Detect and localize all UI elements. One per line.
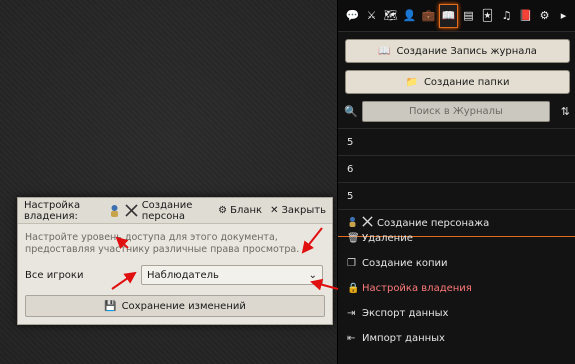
export-icon: ⇥ xyxy=(347,308,356,319)
document-name: Создание персона xyxy=(141,199,193,222)
menu-item-label: Настройка владения xyxy=(362,283,472,294)
book-icon: 📖 xyxy=(378,45,391,57)
music-icon[interactable]: ♫ xyxy=(498,5,515,27)
close-label: Закрыть xyxy=(281,205,326,216)
chevron-down-icon: ⌄ xyxy=(308,269,317,281)
dialog-title: Настройка владения: xyxy=(24,199,81,222)
cards-icon[interactable]: 🃏 xyxy=(479,5,496,27)
map-icon[interactable]: 🗺 xyxy=(382,5,399,27)
search-icon: 🔍 xyxy=(344,105,358,118)
permission-value: Наблюдатель xyxy=(147,269,219,281)
folder-icon: 📁 xyxy=(405,76,418,88)
context-menu: 🗑 Удаление ❐ Создание копии 🔒 Настройка владе… xyxy=(338,226,575,351)
table-icon[interactable]: ▤ xyxy=(460,5,477,27)
save-label: Сохранение изменений xyxy=(121,300,246,312)
player-avatar-icon xyxy=(108,204,121,217)
ownership-dialog: Настройка владения: Создание персона ⚙ Б… xyxy=(17,197,333,325)
actor-icon[interactable]: 👤 xyxy=(401,5,418,27)
crossed-swords-icon xyxy=(125,204,138,217)
menu-item-trash[interactable]: 🗑 Удаление xyxy=(338,226,575,251)
journal-entry[interactable]: 6 xyxy=(338,155,575,182)
sidebar: 💬 ⚔ 🗺 👤 💼 📖 ▤ 🃏 ♫ 📕 ⚙ ▸ 📖 Создание Запись журнала 📁… xyxy=(337,0,575,364)
import-icon: ⇤ xyxy=(347,333,356,344)
menu-item-label: Экспорт данных xyxy=(362,308,449,319)
journal-icon[interactable]: 📖 xyxy=(439,3,458,28)
lock-icon: 🔒 xyxy=(347,283,360,294)
gear-icon: ⚙ xyxy=(218,205,228,216)
menu-item-label: Создание копии xyxy=(362,258,448,269)
create-entry-label: Создание Запись журнала xyxy=(396,45,537,57)
menu-item-copy[interactable]: ❐ Создание копии xyxy=(338,251,575,276)
save-icon: 💾 xyxy=(104,300,117,312)
save-changes-button[interactable]: 💾 Сохранение изменений xyxy=(25,295,325,317)
dialog-header[interactable]: Настройка владения: Создание персона ⚙ Б… xyxy=(18,198,332,224)
create-folder-label: Создание папки xyxy=(423,76,510,88)
menu-item-lock[interactable]: 🔒 Настройка владения xyxy=(338,276,575,301)
menu-item-label: Удаление xyxy=(362,233,413,244)
copy-icon: ❐ xyxy=(347,258,356,269)
journal-entry[interactable]: 5 xyxy=(338,128,575,155)
sidebar-tabs: 💬 ⚔ 🗺 👤 💼 📖 ▤ 🃏 ♫ 📕 ⚙ ▸ xyxy=(338,0,575,32)
close-button[interactable]: ✕ Закрыть xyxy=(270,205,326,216)
permission-select[interactable]: Наблюдатель ⌄ xyxy=(141,265,323,285)
sort-icon[interactable]: ⇅ xyxy=(550,105,570,118)
create-folder-button[interactable]: 📁 Создание папки xyxy=(345,70,570,94)
combat-icon[interactable]: ⚔ xyxy=(363,5,380,27)
settings-icon[interactable]: ⚙ xyxy=(536,5,553,27)
compendium-icon[interactable]: 📕 xyxy=(517,5,534,27)
menu-item-export[interactable]: ⇥ Экспорт данных xyxy=(338,301,575,326)
journal-entry[interactable]: 5 xyxy=(338,182,575,209)
menu-item-import[interactable]: ⇤ Импорт данных xyxy=(338,326,575,351)
collapse-icon[interactable]: ▸ xyxy=(555,5,572,27)
all-players-label: Все игроки xyxy=(25,269,84,281)
trash-icon: 🗑 xyxy=(347,233,360,244)
create-journal-entry-button[interactable]: 📖 Создание Запись журнала xyxy=(345,39,570,63)
items-icon[interactable]: 💼 xyxy=(420,5,437,27)
blank-label: Бланк xyxy=(230,205,263,216)
search-input[interactable]: Поиск в Журналы xyxy=(362,101,550,122)
blank-button[interactable]: ⚙ Бланк xyxy=(218,205,262,216)
chat-icon[interactable]: 💬 xyxy=(344,5,361,27)
search-row: 🔍 Поиск в Журналы ⇅ xyxy=(344,101,570,122)
close-icon: ✕ xyxy=(270,205,279,216)
dialog-notes: Настройте уровень доступа для этого доку… xyxy=(25,232,300,255)
menu-item-label: Импорт данных xyxy=(362,333,445,344)
